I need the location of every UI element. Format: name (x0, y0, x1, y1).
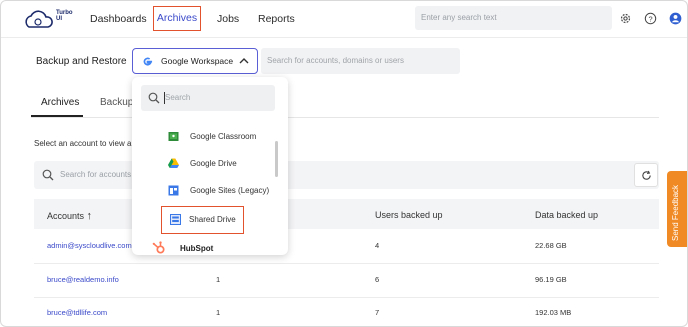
nav-jobs[interactable]: Jobs (217, 13, 239, 25)
hubspot-icon (152, 241, 165, 254)
help-icon[interactable]: ? (644, 12, 657, 25)
service-dropdown-menu: Search Google Classroom Google Drive Goo… (132, 77, 288, 255)
logo[interactable]: Turbo UI (23, 7, 73, 33)
account-search-input[interactable]: Search for accounts, domains or users (261, 48, 460, 74)
menu-item-label: Shared Drive (189, 215, 236, 224)
global-search-input[interactable]: Enter any search text (415, 6, 612, 30)
cell-count: 1 (216, 275, 221, 284)
drive-icon (168, 158, 179, 168)
menu-item-google-sites[interactable]: Google Sites (Legacy) (158, 181, 270, 201)
menu-scrollbar[interactable] (275, 141, 278, 177)
column-header-accounts[interactable]: Accounts ↑ (47, 210, 92, 222)
search-icon (148, 92, 160, 104)
search-icon (42, 169, 54, 181)
account-link[interactable]: bruce@tdllife.com (47, 308, 107, 317)
send-feedback-label: Send Feedback (671, 184, 680, 241)
arrow-up-icon: ↑ (86, 210, 93, 222)
backup-restore-label: Backup and Restore (36, 56, 127, 67)
nav-dashboards[interactable]: Dashboards (90, 13, 147, 25)
classroom-icon (168, 132, 179, 141)
header-divider (1, 37, 687, 38)
nav-archives[interactable]: Archives (153, 6, 201, 31)
gear-icon[interactable] (619, 12, 632, 25)
tabs-divider (31, 117, 659, 118)
accounts-filter[interactable]: Search for accounts (34, 161, 659, 189)
cell-users: 4 (375, 241, 380, 250)
menu-search-input[interactable]: Search (141, 85, 275, 111)
svg-text:?: ? (648, 14, 652, 23)
cell-data: 22.68 GB (535, 241, 567, 250)
menu-item-label: HubSpot (180, 244, 214, 253)
chevron-up-icon (239, 58, 249, 64)
menu-item-label: Google Drive (190, 159, 237, 168)
app-frame: Turbo UI Dashboards Archives Jobs Report… (0, 0, 688, 327)
sites-icon (168, 185, 179, 196)
service-dropdown-value: Google Workspace (161, 56, 234, 66)
menu-item-label: Google Classroom (190, 132, 257, 141)
refresh-button[interactable] (634, 163, 658, 187)
service-dropdown[interactable]: Google Workspace (132, 48, 258, 74)
select-account-text: Select an account to view a (34, 139, 132, 148)
nav-reports[interactable]: Reports (258, 13, 295, 25)
menu-item-shared-drive[interactable]: Shared Drive (161, 206, 244, 234)
cell-users: 6 (375, 275, 380, 284)
cell-data: 96.19 GB (535, 275, 567, 284)
account-link[interactable]: admin@syscloudlive.com (47, 241, 132, 250)
send-feedback-button[interactable]: Send Feedback (667, 171, 687, 247)
column-header-data[interactable]: Data backed up (535, 210, 598, 220)
cell-users: 7 (375, 308, 380, 317)
refresh-icon (642, 170, 651, 180)
menu-item-google-classroom[interactable]: Google Classroom (158, 127, 268, 147)
row-divider (34, 263, 659, 264)
column-header-users[interactable]: Users backed up (375, 210, 443, 220)
accounts-filter-placeholder: Search for accounts (60, 170, 132, 179)
menu-search-placeholder: Search (165, 93, 191, 102)
row-divider (34, 297, 659, 298)
cell-data: 192.03 MB (535, 308, 572, 317)
menu-item-label: Google Sites (Legacy) (190, 186, 270, 195)
tab-archives[interactable]: Archives (41, 97, 79, 108)
google-icon (143, 57, 153, 66)
logo-text: Turbo UI (56, 10, 73, 22)
cell-count: 1 (216, 308, 221, 317)
user-avatar-icon[interactable] (669, 12, 682, 25)
tab-backup[interactable]: Backup (100, 97, 133, 108)
account-link[interactable]: bruce@realdemo.info (47, 275, 119, 284)
top-navbar: Turbo UI Dashboards Archives Jobs Report… (1, 1, 687, 37)
shared-drive-icon (170, 214, 181, 225)
menu-item-google-drive[interactable]: Google Drive (158, 154, 268, 174)
